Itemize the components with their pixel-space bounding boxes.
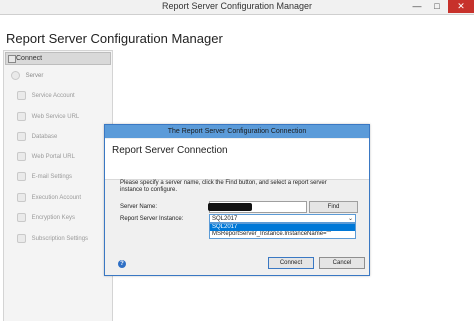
sidebar-item-label: Execution Account (31, 195, 82, 202)
connect-label: Connect (16, 55, 43, 62)
instance-option[interactable]: MSReportServer_Instance.InstanceName="" (210, 231, 355, 238)
sidebar-item-server[interactable]: Server (11, 71, 43, 80)
window-titlebar: Report Server Configuration Manager — □ … (0, 0, 474, 15)
database-icon (17, 132, 26, 141)
instance-dropdown-list: SQL2017 MSReportServer_Instance.Instance… (209, 223, 356, 239)
web-portal-icon (17, 152, 26, 161)
sidebar-item-label: Web Portal URL (31, 154, 75, 161)
connect-icon (8, 55, 16, 63)
sidebar-item-encryption-keys[interactable]: Encryption Keys (17, 213, 75, 222)
sidebar-item-service-account[interactable]: Service Account (17, 91, 75, 100)
app-title: Report Server Configuration Manager (6, 31, 223, 46)
execution-account-icon (17, 193, 26, 202)
cancel-button[interactable]: Cancel (319, 257, 365, 269)
sidebar-item-label: Database (31, 134, 58, 141)
subscription-icon (17, 234, 26, 243)
sidebar-item-label: Service Account (31, 93, 75, 100)
sidebar-item-label: Encryption Keys (31, 215, 76, 222)
sidebar-item-label: Server (25, 73, 44, 80)
instance-select[interactable]: SQL2017 ⌄ (209, 214, 356, 223)
instance-label: Report Server Instance: (120, 216, 184, 222)
dialog-title: The Report Server Configuration Connecti… (105, 125, 369, 138)
sidebar-item-web-portal-url[interactable]: Web Portal URL (17, 152, 75, 161)
dialog-description: Please specify a server name, click the … (120, 180, 327, 193)
server-name-input[interactable] (208, 201, 307, 213)
close-button[interactable]: ✕ (448, 0, 474, 13)
sidebar: Connect Server Service Account Web Servi… (3, 50, 113, 321)
server-name-label: Server Name: (120, 204, 158, 210)
connection-dialog: The Report Server Configuration Connecti… (104, 124, 370, 276)
sidebar-item-subscription-settings[interactable]: Subscription Settings (17, 234, 88, 243)
service-account-icon (17, 91, 26, 100)
help-icon[interactable]: ? (118, 260, 126, 268)
sidebar-item-label: E-mail Settings (31, 174, 73, 181)
dialog-heading: Report Server Connection (112, 145, 228, 156)
instance-selected-value: SQL2017 (212, 216, 238, 222)
find-button[interactable]: Find (309, 201, 358, 213)
redaction-mark (208, 203, 252, 211)
instance-option[interactable]: SQL2017 (210, 224, 355, 231)
sidebar-item-database[interactable]: Database (17, 132, 57, 141)
email-icon (17, 172, 26, 181)
connect-dialog-button[interactable]: Connect (268, 257, 314, 269)
connect-button[interactable]: Connect (5, 52, 111, 65)
sidebar-item-label: Web Service URL (31, 114, 80, 121)
sidebar-item-label: Subscription Settings (31, 236, 89, 243)
minimize-button[interactable]: — (408, 0, 426, 13)
sidebar-item-web-service-url[interactable]: Web Service URL (17, 112, 79, 121)
sidebar-item-execution-account[interactable]: Execution Account (17, 193, 81, 202)
window-title: Report Server Configuration Manager (161, 1, 313, 11)
sidebar-item-email-settings[interactable]: E-mail Settings (17, 172, 72, 181)
web-service-icon (17, 112, 26, 121)
server-icon (11, 71, 20, 80)
maximize-button[interactable]: □ (428, 0, 446, 13)
encryption-keys-icon (17, 213, 26, 222)
